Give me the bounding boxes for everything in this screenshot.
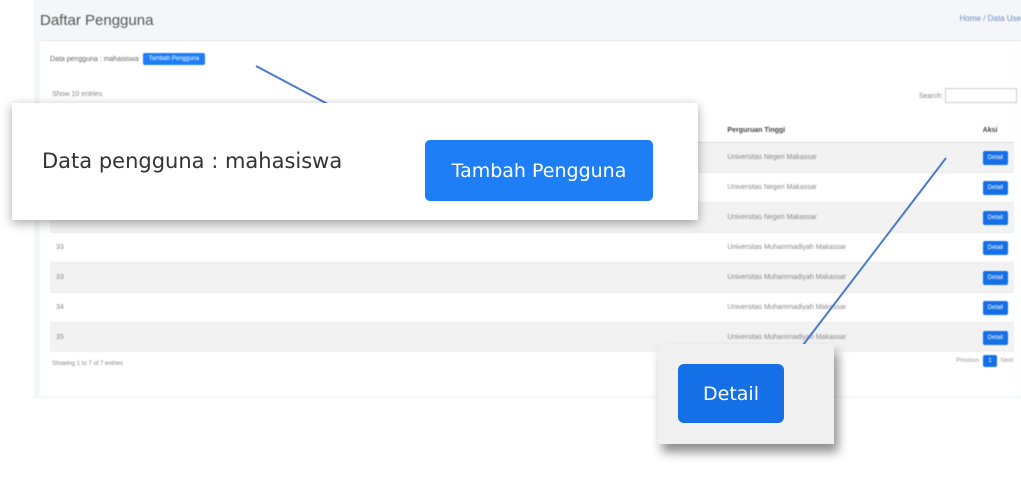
cell-action: Detail: [976, 322, 1014, 352]
cell-email: [100, 262, 365, 293]
detail-button[interactable]: Detail: [982, 210, 1008, 225]
show-entries-select[interactable]: Show 10 entries: [52, 91, 102, 98]
cell-nim: [364, 322, 502, 352]
table-row: 34 Universitas Muhammadiyah Makassar Det…: [50, 292, 1014, 323]
pagination: Previous 1 Next: [956, 355, 1013, 367]
cell-nim: [364, 262, 502, 293]
cell-no: 35: [50, 322, 101, 352]
table-row: 33 Universitas Muhammadiyah Makassar Det…: [50, 262, 1014, 293]
cell-nim: [364, 232, 502, 263]
detail-button[interactable]: Detail: [982, 330, 1008, 345]
zoom-callout-detail: Detail: [658, 344, 834, 444]
cell-perguruan-tinggi: Universitas Muhammadiyah Makassar: [721, 232, 977, 263]
zoom-card-label: Data pengguna : mahasiswa: [42, 149, 343, 173]
cell-perguruan-tinggi: Universitas Muhammadiyah Makassar: [721, 262, 977, 293]
column-header-aksi[interactable]: Aksi: [976, 118, 1014, 143]
cell-action: Detail: [976, 292, 1014, 323]
search-label: Search:: [918, 93, 943, 100]
cell-no: 34: [50, 292, 101, 323]
table-row: 35 Universitas Muhammadiyah Makassar Det…: [50, 322, 1014, 352]
card-label: Data pengguna : mahasiswa: [50, 55, 139, 63]
add-user-button-small[interactable]: Tambah Pengguna: [142, 53, 206, 65]
add-user-button[interactable]: Tambah Pengguna: [425, 140, 653, 201]
cell-email: [100, 292, 365, 323]
cell-perguruan-tinggi: Universitas Negeri Makassar: [721, 142, 977, 173]
detail-button[interactable]: Detail: [982, 240, 1008, 255]
cell-perguruan-tinggi: Universitas Muhammadiyah Makassar: [721, 292, 977, 323]
cell-no: 33: [50, 262, 101, 293]
cell-nim: [364, 292, 502, 323]
detail-button-zoomed[interactable]: Detail: [678, 364, 784, 423]
cell-action: Detail: [976, 262, 1014, 293]
detail-button[interactable]: Detail: [982, 300, 1008, 315]
cell-perguruan-tinggi: Universitas Negeri Makassar: [721, 172, 977, 203]
previous-page-button[interactable]: Previous: [956, 358, 979, 364]
detail-button[interactable]: Detail: [982, 270, 1008, 285]
cell-perguruan-tinggi: Universitas Negeri Makassar: [721, 202, 977, 233]
zoom-callout-add-user: Data pengguna : mahasiswa Tambah Penggun…: [12, 103, 698, 220]
next-page-button[interactable]: Next: [1001, 358, 1013, 364]
breadcrumb[interactable]: Home / Data Use: [960, 14, 1021, 23]
page-title: Daftar Pengguna: [40, 12, 154, 29]
cell-no: 33: [50, 232, 101, 263]
page-header: Daftar Pengguna Home / Data Use: [34, 0, 1021, 40]
detail-button[interactable]: Detail: [982, 150, 1008, 165]
cell-action: Detail: [976, 142, 1014, 173]
search-input[interactable]: [945, 88, 1017, 103]
cell-nama: [501, 232, 722, 263]
table-row: 33 Universitas Muhammadiyah Makassar Det…: [50, 232, 1014, 263]
cell-action: Detail: [976, 172, 1014, 203]
cell-email: [100, 322, 365, 352]
cell-nama: [501, 262, 722, 293]
cell-action: Detail: [976, 202, 1014, 233]
detail-button[interactable]: Detail: [982, 180, 1008, 195]
cell-email: [100, 232, 365, 263]
column-header-perguruan-tinggi[interactable]: Perguruan Tinggi: [721, 118, 977, 143]
card-top: Data pengguna : mahasiswa Tambah Penggun…: [50, 53, 206, 65]
entries-info: Showing 1 to 7 of 7 entries: [52, 361, 124, 367]
page-number-button[interactable]: 1: [983, 355, 997, 367]
cell-nama: [501, 292, 722, 323]
cell-action: Detail: [976, 232, 1014, 263]
